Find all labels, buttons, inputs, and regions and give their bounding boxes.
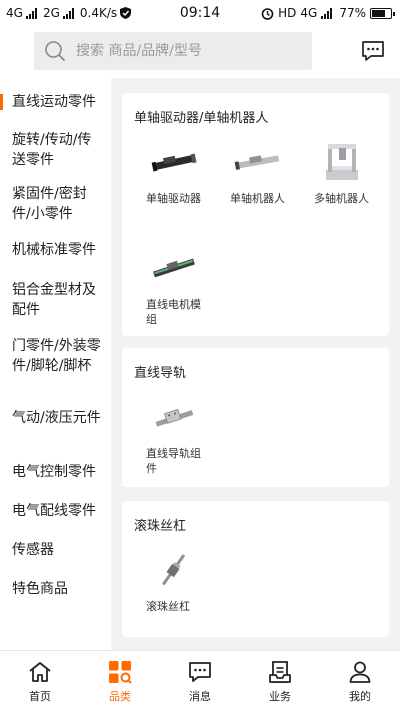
search-icon	[34, 32, 76, 70]
network-4g: 4G	[300, 6, 318, 20]
linear-guide-image	[134, 392, 214, 442]
user-icon	[349, 661, 371, 683]
product-single-axis-driver[interactable]: 单轴驱动器	[134, 137, 214, 227]
status-right: HD 4G 77%	[261, 6, 395, 20]
sidebar-item-label: 铝合金型材及配件	[12, 282, 96, 318]
search-bar[interactable]	[34, 32, 312, 70]
product-linear-motor-module[interactable]: 直线电机模组	[134, 243, 214, 333]
category-icon	[109, 661, 132, 684]
sidebar-item-sensors[interactable]: 传感器	[0, 540, 111, 560]
sidebar-item-aluminum[interactable]: 铝合金型材及配件	[0, 280, 111, 320]
sidebar-item-featured[interactable]: 特色商品	[0, 579, 111, 599]
message-icon	[189, 662, 211, 682]
tab-label: 消息	[189, 690, 211, 703]
product-multi-axis-robot[interactable]: 多轴机器人	[302, 137, 382, 227]
tab-label: 我的	[349, 690, 371, 703]
sidebar-item-pneumatic[interactable]: 气动/液压元件	[0, 408, 111, 428]
sidebar-item-label: 气动/液压元件	[12, 410, 101, 426]
sidebar-item-label: 紧固件/密封件/小零件	[12, 186, 87, 222]
bottom-tab-bar: 首页 品类 消息 业务 我的	[0, 650, 400, 711]
product-name: 直线导轨组件	[146, 447, 201, 475]
product-name: 滚珠丝杠	[146, 600, 190, 613]
message-button[interactable]	[360, 38, 386, 64]
sidebar-item-label: 机械标准零件	[12, 242, 96, 258]
tab-label: 品类	[109, 690, 131, 703]
tab-label: 业务	[269, 690, 291, 703]
sidebar-item-label: 直线运动零件	[12, 94, 96, 110]
product-single-axis-robot[interactable]: 单轴机器人	[218, 137, 298, 227]
product-name: 多轴机器人	[314, 192, 369, 205]
product-name: 单轴机器人	[230, 192, 285, 205]
sidebar-item-mechanical-standard[interactable]: 机械标准零件	[0, 240, 111, 260]
section-title: 直线导轨	[134, 366, 187, 381]
single-axis-driver-image	[134, 137, 214, 187]
tab-home[interactable]: 首页	[0, 651, 80, 711]
product-linear-guide[interactable]: 直线导轨组件	[134, 392, 214, 482]
tab-messages[interactable]: 消息	[160, 651, 240, 711]
section-card-single-axis: 单轴驱动器/单轴机器人 单轴驱动器 单轴机器人 多轴机器人 直线电机模组	[122, 93, 389, 336]
signal-icon-3	[321, 7, 333, 19]
product-name: 直线电机模组	[146, 298, 201, 326]
sidebar-item-label: 特色商品	[12, 581, 68, 597]
product-name: 单轴驱动器	[146, 192, 201, 205]
sidebar-item-label: 传感器	[12, 542, 54, 558]
home-icon	[29, 662, 51, 682]
tab-business[interactable]: 业务	[240, 651, 320, 711]
section-card-linear-guide: 直线导轨 直线导轨组件	[122, 348, 389, 487]
ball-screw-image	[134, 545, 214, 595]
battery-percent: 77%	[339, 6, 366, 20]
section-title: 单轴驱动器/单轴机器人	[134, 111, 269, 126]
sidebar-item-electric-control[interactable]: 电气控制零件	[0, 462, 111, 482]
sidebar-item-label: 旋转/传动/传送零件	[12, 132, 92, 168]
product-ball-screw[interactable]: 滚珠丝杠	[134, 545, 214, 635]
business-icon	[269, 661, 291, 683]
section-card-ball-screw: 滚珠丝杠 滚珠丝杠	[122, 501, 389, 637]
sidebar-item-fasteners[interactable]: 紧固件/密封件/小零件	[0, 184, 111, 224]
sidebar-item-linear-motion[interactable]: 直线运动零件	[0, 92, 111, 112]
category-content: 单轴驱动器/单轴机器人 单轴驱动器 单轴机器人 多轴机器人 直线电机模组 直线导…	[111, 78, 400, 650]
category-sidebar: 直线运动零件 旋转/传动/传送零件 紧固件/密封件/小零件 机械标准零件 铝合金…	[0, 78, 111, 650]
sidebar-item-door-parts[interactable]: 门零件/外装零件/脚轮/脚杯	[0, 336, 111, 376]
status-bar: 4G 2G 0.4K/s 09:14 HD 4G 77%	[0, 0, 400, 28]
search-header	[0, 28, 400, 76]
chat-icon	[362, 41, 384, 61]
alarm-icon	[261, 7, 274, 20]
hd-label: HD	[278, 6, 297, 20]
multi-axis-robot-image	[302, 137, 382, 187]
section-title: 滚珠丝杠	[134, 519, 187, 534]
sidebar-item-electric-wiring[interactable]: 电气配线零件	[0, 501, 111, 521]
tab-label: 首页	[29, 690, 51, 703]
sidebar-item-label: 门零件/外装零件/脚轮/脚杯	[12, 338, 101, 374]
sidebar-item-label: 电气配线零件	[12, 503, 96, 519]
single-axis-robot-image	[218, 137, 298, 187]
tab-profile[interactable]: 我的	[320, 651, 400, 711]
tab-category[interactable]: 品类	[80, 651, 160, 711]
battery-icon	[370, 7, 395, 19]
sidebar-item-label: 电气控制零件	[12, 464, 96, 480]
linear-motor-module-image	[134, 243, 214, 293]
sidebar-item-rotation[interactable]: 旋转/传动/传送零件	[0, 130, 111, 170]
search-input[interactable]	[76, 43, 296, 59]
